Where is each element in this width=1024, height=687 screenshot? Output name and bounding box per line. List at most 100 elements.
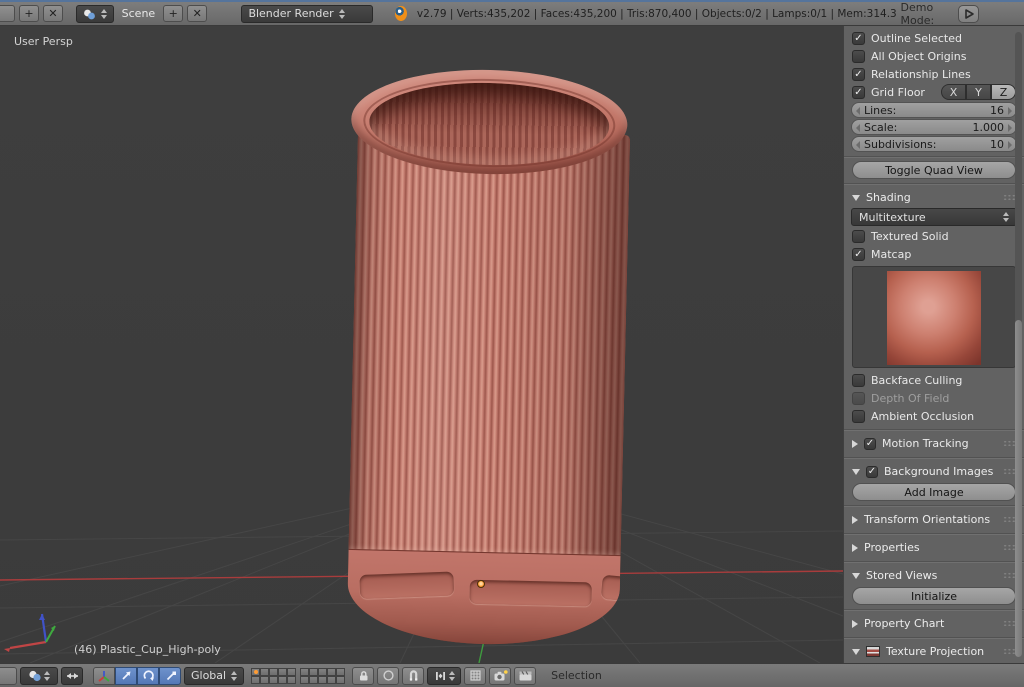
- ambient-occlusion-row[interactable]: Ambient Occlusion: [844, 407, 1024, 425]
- layer-toggle[interactable]: [287, 668, 296, 676]
- axis-z-toggle[interactable]: Z: [991, 84, 1016, 100]
- checkbox-checked-icon[interactable]: ✓: [852, 86, 865, 99]
- checkbox-checked-icon[interactable]: ✓: [866, 466, 878, 478]
- decrement-arrow-icon[interactable]: [856, 124, 860, 132]
- transform-orientations-panel-header[interactable]: Transform Orientations: [844, 510, 1024, 529]
- render-engine-dropdown[interactable]: Blender Render: [241, 5, 373, 23]
- layer-toggle[interactable]: [269, 668, 278, 676]
- decrement-arrow-icon[interactable]: [856, 107, 860, 115]
- outline-selected-row[interactable]: ✓ Outline Selected: [844, 29, 1024, 47]
- relationship-lines-row[interactable]: ✓ Relationship Lines: [844, 65, 1024, 83]
- snap-target-button[interactable]: [464, 667, 486, 685]
- subdivisions-number-field[interactable]: Subdivisions: 10: [851, 136, 1017, 152]
- shading-mode-dropdown[interactable]: Multitexture: [851, 208, 1017, 226]
- delete-layout-button[interactable]: ✕: [43, 5, 63, 22]
- layer-toggle[interactable]: [251, 676, 260, 684]
- checkbox-unchecked-icon[interactable]: [852, 410, 865, 423]
- snap-toggle-button[interactable]: [402, 667, 424, 685]
- transform-orientation-dropdown[interactable]: Global: [184, 667, 244, 685]
- decrement-arrow-icon[interactable]: [856, 141, 860, 149]
- layer-toggle[interactable]: [318, 676, 327, 684]
- toggle-quad-view-button[interactable]: Toggle Quad View: [852, 161, 1016, 179]
- layer-toggle[interactable]: [309, 676, 318, 684]
- initialize-button[interactable]: Initialize: [852, 587, 1016, 605]
- layer-toggle[interactable]: [260, 676, 269, 684]
- opengl-render-image-button[interactable]: [489, 667, 511, 685]
- layer-toggle[interactable]: [336, 668, 345, 676]
- blender-logo-icon[interactable]: [395, 6, 407, 21]
- panel-open-icon[interactable]: [852, 195, 860, 201]
- layer-toggle[interactable]: [278, 668, 287, 676]
- lines-number-field[interactable]: Lines: 16: [851, 102, 1017, 118]
- panel-closed-icon[interactable]: [852, 620, 858, 628]
- background-images-panel-header[interactable]: ✓ Background Images: [844, 462, 1024, 481]
- layer-toggle[interactable]: [300, 676, 309, 684]
- axis-y-toggle[interactable]: Y: [966, 84, 991, 100]
- demo-play-button[interactable]: [958, 5, 979, 23]
- increment-arrow-icon[interactable]: [1008, 124, 1012, 132]
- viewport-3d[interactable]: User Persp (46) Plastic_Cup_High-poly: [0, 26, 843, 663]
- layer-toggle[interactable]: [327, 668, 336, 676]
- textured-solid-row[interactable]: Textured Solid: [844, 227, 1024, 245]
- snap-element-dropdown[interactable]: [427, 667, 461, 685]
- increment-arrow-icon[interactable]: [1008, 141, 1012, 149]
- checkbox-checked-icon[interactable]: ✓: [852, 248, 865, 261]
- motion-tracking-panel-header[interactable]: ✓ Motion Tracking: [844, 434, 1024, 453]
- matcap-row[interactable]: ✓ Matcap: [844, 245, 1024, 263]
- scale-manipulator-button[interactable]: [159, 667, 181, 685]
- checkbox-checked-icon[interactable]: ✓: [852, 32, 865, 45]
- shading-panel-header[interactable]: Shading: [844, 188, 1024, 207]
- scrollbar-thumb[interactable]: [1015, 320, 1022, 658]
- depth-of-field-row[interactable]: Depth Of Field: [844, 389, 1024, 407]
- add-scene-button[interactable]: +: [163, 5, 183, 22]
- axis-x-toggle[interactable]: X: [941, 84, 966, 100]
- backface-culling-row[interactable]: Backface Culling: [844, 371, 1024, 389]
- increment-arrow-icon[interactable]: [1008, 107, 1012, 115]
- all-object-origins-row[interactable]: All Object Origins: [844, 47, 1024, 65]
- delete-scene-button[interactable]: ✕: [187, 5, 207, 22]
- property-chart-panel-header[interactable]: Property Chart: [844, 614, 1024, 633]
- properties-panel-header[interactable]: Properties: [844, 538, 1024, 557]
- matcap-preview-box[interactable]: [852, 266, 1016, 368]
- layer-toggle[interactable]: [336, 676, 345, 684]
- layer-toggle[interactable]: [318, 668, 327, 676]
- panel-closed-icon[interactable]: [852, 516, 858, 524]
- checkbox-unchecked-icon[interactable]: [852, 50, 865, 63]
- checkbox-unchecked-icon[interactable]: [852, 374, 865, 387]
- layer-group-2[interactable]: [300, 668, 345, 684]
- checkbox-checked-icon[interactable]: ✓: [864, 438, 876, 450]
- translate-manipulator-button[interactable]: [115, 667, 137, 685]
- manipulator-toggle-button[interactable]: [93, 667, 115, 685]
- mode-dropdown[interactable]: [20, 667, 58, 685]
- editor-type-button-partial[interactable]: [0, 667, 17, 685]
- layer-toggle[interactable]: [278, 676, 287, 684]
- viewport-shading-dropdown[interactable]: [61, 667, 83, 685]
- grid-floor-row[interactable]: ✓ Grid Floor X Y Z: [844, 83, 1024, 101]
- lock-to-scene-button[interactable]: [352, 667, 374, 685]
- sidebar-scrollbar[interactable]: [1015, 32, 1022, 657]
- checkbox-checked-icon[interactable]: ✓: [852, 68, 865, 81]
- checkbox-unchecked-icon[interactable]: [852, 392, 865, 405]
- editor-type-button-partial[interactable]: [0, 5, 15, 22]
- stored-views-panel-header[interactable]: Stored Views: [844, 566, 1024, 585]
- add-layout-button[interactable]: +: [19, 5, 39, 22]
- proportional-editing-button[interactable]: [377, 667, 399, 685]
- layer-toggle[interactable]: [269, 676, 278, 684]
- texture-projection-panel-header[interactable]: Texture Projection: [844, 642, 1024, 661]
- scene-name-field[interactable]: Scene: [118, 7, 160, 20]
- scale-number-field[interactable]: Scale: 1.000: [851, 119, 1017, 135]
- add-image-button[interactable]: Add Image: [852, 483, 1016, 501]
- panel-closed-icon[interactable]: [852, 544, 858, 552]
- layer-toggle[interactable]: [260, 668, 269, 676]
- opengl-render-animation-button[interactable]: [514, 667, 536, 685]
- panel-open-icon[interactable]: [852, 573, 860, 579]
- screen-layout-dropdown[interactable]: [76, 5, 114, 23]
- panel-open-icon[interactable]: [852, 469, 860, 475]
- selection-menu-label[interactable]: Selection: [551, 669, 602, 682]
- layer-toggle[interactable]: [287, 676, 296, 684]
- layer-group-1[interactable]: [251, 668, 296, 684]
- layer-toggle[interactable]: [327, 676, 336, 684]
- layer-toggle[interactable]: [309, 668, 318, 676]
- checkbox-unchecked-icon[interactable]: [852, 230, 865, 243]
- rotate-manipulator-button[interactable]: [137, 667, 159, 685]
